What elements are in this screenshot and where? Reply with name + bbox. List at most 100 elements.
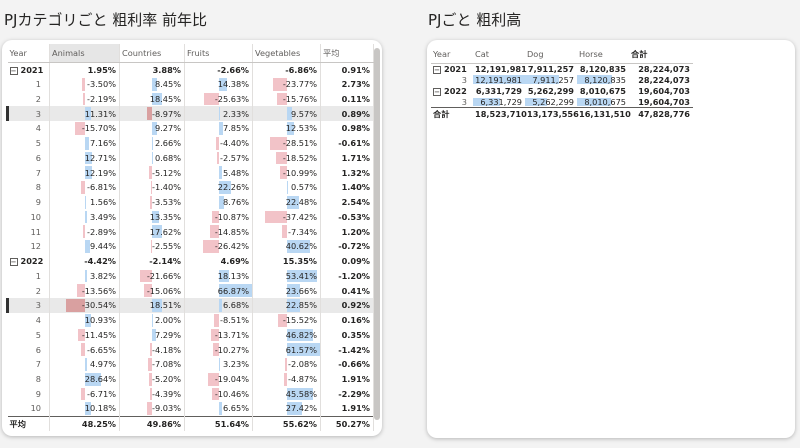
- col-header-year[interactable]: Year: [431, 46, 473, 64]
- value-cell[interactable]: 8,010,675: [577, 97, 629, 108]
- value-cell[interactable]: 2.00%: [119, 312, 185, 328]
- month-row[interactable]: 4 -15.70% 9.27% 7.85% 12.53% 0.98%: [7, 121, 374, 136]
- value-cell[interactable]: 23.66%: [252, 283, 321, 298]
- value-cell[interactable]: -4.40%: [184, 135, 253, 151]
- row-header-month[interactable]: 9: [7, 194, 50, 210]
- value-cell[interactable]: 10.18%: [49, 401, 120, 416]
- month-row[interactable]: 3 11.31% -8.97% 2.33% 9.57% 0.89%: [6, 106, 374, 121]
- value-cell[interactable]: 40.62%: [252, 239, 321, 254]
- value-cell[interactable]: 9.57%: [252, 106, 321, 121]
- value-cell[interactable]: 7.16%: [49, 135, 120, 151]
- col-header-total[interactable]: 合計: [629, 46, 693, 64]
- value-cell[interactable]: 5.48%: [184, 165, 253, 180]
- value-cell[interactable]: -10.46%: [184, 386, 253, 402]
- value-cell[interactable]: -6.65%: [49, 342, 120, 357]
- value-cell[interactable]: 9.27%: [119, 121, 185, 136]
- value-cell[interactable]: -2.66%: [184, 62, 253, 77]
- value-cell[interactable]: -8.97%: [119, 106, 185, 121]
- average-cell[interactable]: 1.91%: [320, 371, 374, 387]
- value-cell[interactable]: -4.42%: [49, 253, 120, 269]
- row-header-month[interactable]: 2: [7, 91, 50, 107]
- month-row[interactable]: 2 -13.56% -15.06% 66.87% 23.66% 0.41%: [7, 283, 374, 298]
- row-header-month[interactable]: 8: [7, 371, 50, 387]
- value-cell[interactable]: 0.68%: [119, 150, 185, 166]
- month-row[interactable]: 6 -6.65% -4.18% -10.27% 61.57% -1.42%: [7, 342, 374, 357]
- month-row[interactable]: 3 -30.54% 18.51% 6.68% 22.85% 0.92%: [6, 298, 374, 313]
- value-cell[interactable]: -6.71%: [49, 386, 120, 402]
- average-cell[interactable]: 0.92%: [320, 298, 374, 313]
- value-cell[interactable]: 46.82%: [252, 327, 321, 343]
- value-cell[interactable]: -2.89%: [49, 224, 120, 239]
- value-cell[interactable]: 6.65%: [184, 401, 253, 416]
- average-cell[interactable]: 1.32%: [320, 165, 374, 180]
- average-cell[interactable]: -0.61%: [320, 135, 374, 151]
- row-header-month[interactable]: 3: [6, 106, 50, 121]
- month-row[interactable]: 11 -2.89% 17.62% -14.85% -7.34% 1.20%: [7, 224, 374, 239]
- value-cell[interactable]: 12.71%: [49, 150, 120, 166]
- average-cell[interactable]: 1.20%: [320, 224, 374, 239]
- row-header-year[interactable]: −2022: [7, 253, 50, 269]
- collapse-icon[interactable]: −: [433, 65, 441, 74]
- average-cell[interactable]: -0.66%: [320, 357, 374, 372]
- month-row[interactable]: 10 10.18% -9.03% 6.65% 27.42% 1.91%: [7, 401, 374, 416]
- month-row[interactable]: 9 1.56% -3.53% 8.76% 22.48% 2.54%: [7, 194, 374, 210]
- value-cell[interactable]: 11.31%: [49, 106, 120, 121]
- row-header-month[interactable]: 5: [7, 135, 50, 151]
- total-cell[interactable]: 49.86%: [119, 415, 185, 431]
- row-total-cell[interactable]: 19,604,703: [629, 85, 693, 96]
- value-cell[interactable]: 0.57%: [252, 180, 321, 195]
- value-cell[interactable]: 45.58%: [252, 386, 321, 402]
- value-cell[interactable]: 8,120,835: [577, 74, 629, 85]
- value-cell[interactable]: -15.06%: [119, 283, 185, 298]
- value-cell[interactable]: 12,191,981: [473, 74, 525, 85]
- value-cell[interactable]: -37.42%: [252, 209, 321, 225]
- row-header-month[interactable]: 5: [7, 327, 50, 343]
- value-cell[interactable]: -7.08%: [119, 357, 185, 372]
- collapse-icon[interactable]: −: [433, 87, 441, 96]
- year-row[interactable]: −2021 12,191,981 7,911,257 8,120,835 28,224,…: [431, 63, 693, 74]
- value-cell[interactable]: 3.23%: [184, 357, 253, 372]
- row-header-month[interactable]: 1: [7, 76, 50, 92]
- value-cell[interactable]: -11.45%: [49, 327, 120, 343]
- average-cell[interactable]: 1.91%: [320, 401, 374, 416]
- value-cell[interactable]: 7,911,257: [525, 74, 577, 85]
- value-cell[interactable]: -13.71%: [184, 327, 253, 343]
- year-row[interactable]: −2022 6,331,729 5,262,299 8,010,675 19,604,7…: [431, 85, 693, 96]
- month-row[interactable]: 3 12,191,981 7,911,257 8,120,835 28,224,073: [431, 74, 693, 85]
- row-total-cell[interactable]: 19,604,703: [629, 97, 693, 108]
- grand-total-cell[interactable]: 47,828,776: [629, 107, 693, 121]
- col-header-cat[interactable]: Cat: [473, 46, 525, 64]
- value-cell[interactable]: 8.76%: [184, 194, 253, 210]
- col-header-vegetables[interactable]: Vegetables: [252, 44, 321, 63]
- month-row[interactable]: 1 -3.50% 8.45% 14.38% -23.77% 2.73%: [7, 76, 374, 92]
- year-row[interactable]: −2022 -4.42% -2.14% 4.69% 15.35% 0.09%: [7, 253, 374, 269]
- average-cell[interactable]: 0.35%: [320, 327, 374, 343]
- value-cell[interactable]: -25.63%: [184, 91, 253, 107]
- value-cell[interactable]: 8,120,835: [577, 63, 629, 74]
- month-row[interactable]: 8 -6.81% -1.40% 22.26% 0.57% 1.40%: [7, 180, 374, 195]
- value-cell[interactable]: 27.42%: [252, 401, 321, 416]
- value-cell[interactable]: -3.53%: [119, 194, 185, 210]
- value-cell[interactable]: -9.03%: [119, 401, 185, 416]
- total-cell[interactable]: 13,173,556: [525, 107, 579, 121]
- value-cell[interactable]: 12,191,981: [473, 63, 527, 74]
- value-cell[interactable]: -2.19%: [49, 91, 120, 107]
- month-row[interactable]: 6 12.71% 0.68% -2.57% -18.52% 1.71%: [7, 150, 374, 166]
- value-cell[interactable]: 4.69%: [184, 253, 253, 269]
- value-cell[interactable]: -7.34%: [252, 224, 321, 239]
- value-cell[interactable]: 3.49%: [49, 209, 120, 225]
- matrix-card-gross-profit[interactable]: Year Cat Dog Horse 合計 −2021 12,191,981 7,9…: [427, 40, 795, 438]
- value-cell[interactable]: 28.64%: [49, 371, 120, 387]
- value-cell[interactable]: -4.87%: [252, 371, 321, 387]
- row-header-month[interactable]: 9: [7, 386, 50, 402]
- average-cell[interactable]: 0.91%: [320, 62, 374, 77]
- total-average-cell[interactable]: 50.27%: [320, 415, 374, 431]
- value-cell[interactable]: 61.57%: [252, 342, 321, 357]
- average-cell[interactable]: 1.40%: [320, 180, 374, 195]
- month-row[interactable]: 7 4.97% -7.08% 3.23% -2.08% -0.66%: [7, 357, 374, 372]
- row-header-month[interactable]: 7: [7, 165, 50, 180]
- value-cell[interactable]: -2.08%: [252, 357, 321, 372]
- average-cell[interactable]: 0.89%: [320, 106, 374, 121]
- value-cell[interactable]: -26.42%: [184, 239, 253, 254]
- month-row[interactable]: 10 3.49% 13.35% -10.87% -37.42% -0.53%: [7, 209, 374, 225]
